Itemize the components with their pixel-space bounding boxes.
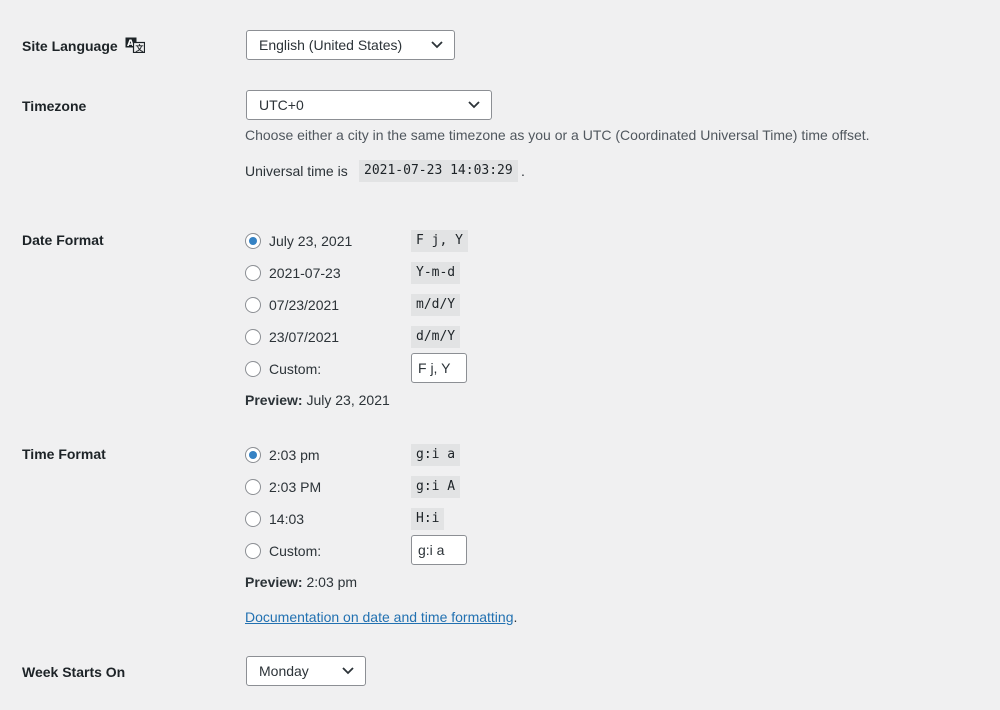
time-format-code: g:i a bbox=[411, 444, 461, 466]
date-format-custom-label[interactable]: Custom: bbox=[269, 361, 321, 377]
time-format-code: H:i bbox=[411, 508, 445, 530]
site-language-select-value: English (United States) bbox=[259, 37, 403, 53]
time-format-custom-input[interactable] bbox=[411, 535, 467, 565]
time-format-radio-2[interactable] bbox=[245, 511, 261, 527]
chevron-down-icon bbox=[342, 667, 354, 675]
time-format-radio-1[interactable] bbox=[245, 479, 261, 495]
timezone-label: Timezone bbox=[22, 98, 87, 114]
date-format-code: d/m/Y bbox=[411, 326, 461, 348]
timezone-select-value: UTC+0 bbox=[259, 97, 304, 113]
date-format-radio-0[interactable] bbox=[245, 233, 261, 249]
date-format-radio-3[interactable] bbox=[245, 329, 261, 345]
general-settings-page: Site Language A 文 English (United States… bbox=[0, 0, 1000, 710]
time-format-option-label[interactable]: 14:03 bbox=[269, 511, 304, 527]
time-format-radio-custom[interactable] bbox=[245, 543, 261, 559]
time-format-radio-0[interactable] bbox=[245, 447, 261, 463]
universal-time-prefix: Universal time is bbox=[245, 163, 348, 179]
week-starts-on-select[interactable]: Monday bbox=[246, 656, 366, 686]
week-starts-on-label: Week Starts On bbox=[22, 664, 126, 680]
timezone-select[interactable]: UTC+0 bbox=[246, 90, 492, 120]
documentation-link[interactable]: Documentation on date and time formattin… bbox=[245, 609, 514, 625]
universal-time-suffix: . bbox=[521, 163, 525, 179]
time-format-label: Time Format bbox=[22, 446, 106, 462]
date-format-radio-custom[interactable] bbox=[245, 361, 261, 377]
date-format-option-label[interactable]: 07/23/2021 bbox=[269, 297, 339, 313]
time-format-preview-label: Preview: bbox=[245, 574, 303, 590]
date-format-code: F j, Y bbox=[411, 230, 468, 252]
chevron-down-icon bbox=[431, 41, 443, 49]
date-format-code: Y-m-d bbox=[411, 262, 461, 284]
site-language-label-text: Site Language bbox=[22, 38, 118, 54]
week-starts-on-select-value: Monday bbox=[259, 663, 309, 679]
site-language-label: Site Language A 文 bbox=[22, 37, 145, 54]
time-format-preview: Preview: 2:03 pm bbox=[245, 574, 357, 590]
time-format-preview-value: 2:03 pm bbox=[306, 574, 358, 590]
time-format-custom-label[interactable]: Custom: bbox=[269, 543, 321, 559]
time-format-option-label[interactable]: 2:03 pm bbox=[269, 447, 320, 463]
date-format-option-label[interactable]: July 23, 2021 bbox=[269, 233, 352, 249]
date-format-code: m/d/Y bbox=[411, 294, 461, 316]
date-format-option-label[interactable]: 23/07/2021 bbox=[269, 329, 339, 345]
date-format-radio-2[interactable] bbox=[245, 297, 261, 313]
timezone-description: Choose either a city in the same timezon… bbox=[245, 127, 870, 143]
date-format-option-label[interactable]: 2021-07-23 bbox=[269, 265, 341, 281]
universal-time-value: 2021-07-23 14:03:29 bbox=[359, 160, 518, 182]
documentation-suffix: . bbox=[513, 609, 518, 625]
date-format-label: Date Format bbox=[22, 232, 104, 248]
time-format-option-label[interactable]: 2:03 PM bbox=[269, 479, 321, 495]
chevron-down-icon bbox=[468, 101, 480, 109]
date-format-custom-input[interactable] bbox=[411, 353, 467, 383]
documentation-line: Documentation on date and time formattin… bbox=[245, 609, 517, 625]
time-format-code: g:i A bbox=[411, 476, 461, 498]
translation-icon: A 文 bbox=[125, 37, 145, 54]
svg-text:文: 文 bbox=[135, 43, 144, 53]
date-format-radio-1[interactable] bbox=[245, 265, 261, 281]
date-format-preview-label: Preview: bbox=[245, 392, 303, 408]
date-format-preview-value: July 23, 2021 bbox=[306, 392, 390, 408]
site-language-select[interactable]: English (United States) bbox=[246, 30, 455, 60]
date-format-preview: Preview: July 23, 2021 bbox=[245, 392, 390, 408]
